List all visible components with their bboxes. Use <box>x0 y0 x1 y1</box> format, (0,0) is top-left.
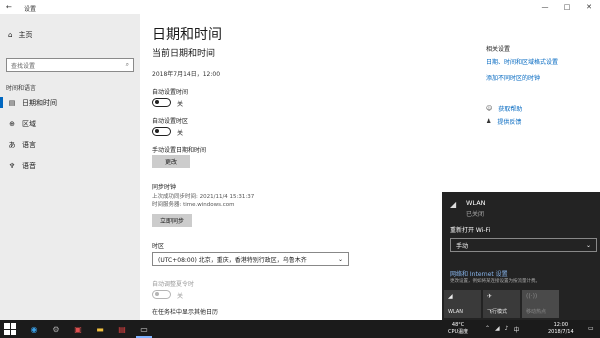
nav-home[interactable]: ⌂ 主页 <box>8 30 32 40</box>
globe-icon: ⊕ <box>9 119 15 128</box>
app-doc-icon[interactable]: ▤ <box>116 323 128 335</box>
link-add-clocks[interactable]: 添加不同时区的时钟 <box>486 73 540 82</box>
close-button[interactable]: ✕ <box>578 0 600 14</box>
dst-toggle[interactable] <box>152 290 171 299</box>
microphone-icon: ♆ <box>8 161 16 170</box>
volume-icon[interactable]: ♪ <box>505 325 509 334</box>
wifi-icon: ◢ <box>448 293 453 300</box>
tile-label: WLAN <box>448 309 464 315</box>
system-tray: ⌃ ◢ ♪ 中 <box>485 325 520 334</box>
link-date-time-region-format[interactable]: 日期、时间和区域格式设置 <box>486 57 558 66</box>
timezone-select[interactable]: (UTC+08:00) 北京，重庆，香港特别行政区，乌鲁木齐 ⌄ <box>152 252 349 266</box>
reopen-wifi-value: 手动 <box>456 242 469 250</box>
auto-zone-state: 关 <box>177 130 184 137</box>
feedback-link[interactable]: ♟ 提供反馈 <box>486 117 521 126</box>
time-server-text: 时间服务器: time.windows.com <box>152 202 235 208</box>
sidebar-item-language[interactable]: あ 语言 <box>0 134 140 155</box>
get-help-label: 获取帮助 <box>498 106 523 113</box>
app-window-icon[interactable]: ▭ <box>138 323 150 335</box>
reopen-wifi-select[interactable]: 手动 ⌄ <box>450 238 597 252</box>
search-icon: ⌕ <box>125 61 129 68</box>
section-title-current: 当前日期和时间 <box>152 49 216 59</box>
taskbar: ◉ ⚙ ▣ ▬ ▤ ▭ 48°C CPU温度 ⌃ ◢ ♪ 中 12:00 201… <box>0 320 600 338</box>
section-label: 时间和语言 <box>6 85 37 92</box>
chevron-up-icon[interactable]: ⌃ <box>485 325 490 334</box>
dst-label: 自动调整夏令时 <box>152 281 195 288</box>
settings-icon[interactable]: ⚙ <box>50 323 62 335</box>
timezone-value: (UTC+08:00) 北京，重庆，香港特别行政区，乌鲁木齐 <box>158 256 307 264</box>
reopen-wifi-label: 重新打开 Wi-Fi <box>450 227 491 234</box>
get-help-link[interactable]: ☺ 获取帮助 <box>486 104 522 113</box>
clock-date: 2018/7/14 <box>548 328 574 335</box>
back-arrow-icon[interactable]: ← <box>6 3 12 11</box>
sidebar-item-speech[interactable]: ♆ 语音 <box>0 155 140 176</box>
manual-time-label: 手动设置日期和时间 <box>152 147 207 154</box>
window-title: 设置 <box>24 6 37 13</box>
sidebar-item-label: 日期和时间 <box>22 98 57 107</box>
auto-time-toggle[interactable] <box>152 98 171 107</box>
current-datetime: 2018年7月14日，12:00 <box>152 71 221 78</box>
feedback-label: 提供反馈 <box>497 119 522 126</box>
chevron-down-icon: ⌄ <box>337 255 343 263</box>
cpu-temp: 48°C CPU温度 <box>448 322 468 335</box>
hotspot-icon: ((·)) <box>526 293 538 300</box>
file-explorer-icon[interactable]: ▬ <box>94 323 106 335</box>
network-settings-link[interactable]: 网络和 Internet 设置 <box>450 269 508 278</box>
last-sync-text: 上次成功同步时间: 2021/11/4 15:31:37 <box>152 194 255 200</box>
wlan-state: 已关闭 <box>466 211 485 218</box>
page-title: 日期和时间 <box>152 27 222 43</box>
sidebar-item-label: 语言 <box>22 140 36 149</box>
auto-time-label: 自动设置时间 <box>152 89 189 96</box>
maximize-button[interactable]: □ <box>556 0 578 14</box>
sidebar: ⌂ 主页 查找设置 ⌕ 时间和语言 ▤ 日期和时间 ⊕ 区域 あ 语言 ♆ 语音 <box>0 14 140 320</box>
sidebar-item-label: 语音 <box>22 161 36 170</box>
tile-hotspot[interactable]: ((·)) 移动热点 <box>522 290 559 318</box>
wifi-icon: ◢ <box>450 200 457 209</box>
dst-state: 关 <box>177 293 184 300</box>
auto-zone-toggle[interactable] <box>152 127 171 136</box>
change-button[interactable]: 更改 <box>152 155 190 168</box>
search-placeholder: 查找设置 <box>11 62 36 70</box>
auto-time-state: 关 <box>177 101 184 108</box>
network-settings-desc: 更改设置，例如将某连接设置为按流量计费。 <box>450 279 540 284</box>
language-icon: あ <box>8 140 16 149</box>
tile-label: 飞行模式 <box>487 309 508 315</box>
sidebar-item-region[interactable]: ⊕ 区域 <box>0 113 140 134</box>
timezone-label: 时区 <box>152 243 165 250</box>
window-controls: — □ ✕ <box>534 0 600 14</box>
nav-home-label: 主页 <box>18 31 33 39</box>
network-flyout: ◢ WLAN 已关闭 重新打开 Wi-Fi 手动 ⌄ 网络和 Internet … <box>442 192 600 320</box>
search-input[interactable]: 查找设置 ⌕ <box>6 58 134 72</box>
start-button[interactable] <box>4 323 16 335</box>
auto-zone-label: 自动设置时区 <box>152 118 189 125</box>
sync-title: 同步时钟 <box>152 184 177 191</box>
sidebar-item-date-time[interactable]: ▤ 日期和时间 <box>0 92 140 113</box>
notification-icon[interactable]: ▭ <box>588 325 594 332</box>
edge-icon[interactable]: ◉ <box>28 323 40 335</box>
ime-indicator[interactable]: 中 <box>514 325 520 334</box>
feedback-icon: ♟ <box>486 118 492 125</box>
chevron-down-icon: ⌄ <box>585 241 591 249</box>
app-red-icon[interactable]: ▣ <box>72 323 84 335</box>
quick-tiles: ◢ WLAN ✈ 飞行模式 ((·)) 移动热点 <box>444 290 559 318</box>
sync-now-button[interactable]: 立即同步 <box>152 214 192 227</box>
wlan-title: WLAN <box>466 199 486 207</box>
minimize-button[interactable]: — <box>534 0 556 14</box>
extra-calendar-label: 在任务栏中显示其他日历 <box>152 309 219 316</box>
taskbar-clock[interactable]: 12:00 2018/7/14 <box>548 322 574 335</box>
tile-wlan[interactable]: ◢ WLAN <box>444 290 481 318</box>
tile-airplane[interactable]: ✈ 飞行模式 <box>483 290 520 318</box>
airplane-icon: ✈ <box>487 293 493 300</box>
network-icon[interactable]: ◢ <box>495 325 500 334</box>
nav-list: ▤ 日期和时间 ⊕ 区域 あ 语言 ♆ 语音 <box>0 92 140 176</box>
cpu-temp-label: CPU温度 <box>448 328 469 335</box>
help-icon: ☺ <box>486 105 493 112</box>
home-icon: ⌂ <box>8 31 13 39</box>
related-settings-title: 相关设置 <box>486 46 511 53</box>
sidebar-item-label: 区域 <box>22 119 36 128</box>
calendar-clock-icon: ▤ <box>8 98 16 107</box>
tile-label: 移动热点 <box>526 309 547 315</box>
